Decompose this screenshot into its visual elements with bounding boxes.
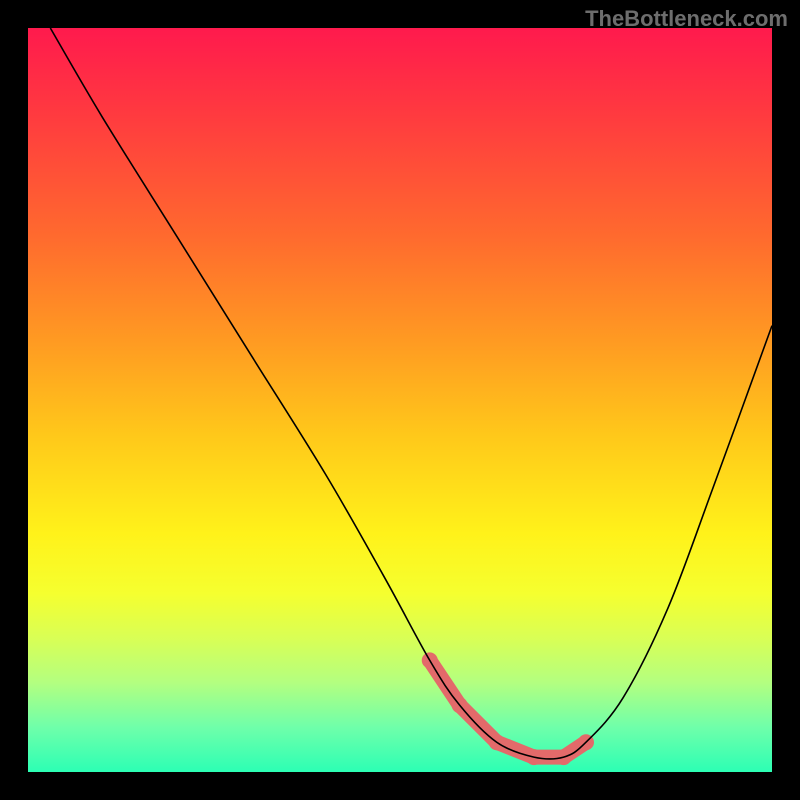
bottleneck-curve — [50, 28, 772, 759]
chart-svg — [28, 28, 772, 772]
chart-plot-area — [28, 28, 772, 772]
watermark-text: TheBottleneck.com — [585, 6, 788, 32]
